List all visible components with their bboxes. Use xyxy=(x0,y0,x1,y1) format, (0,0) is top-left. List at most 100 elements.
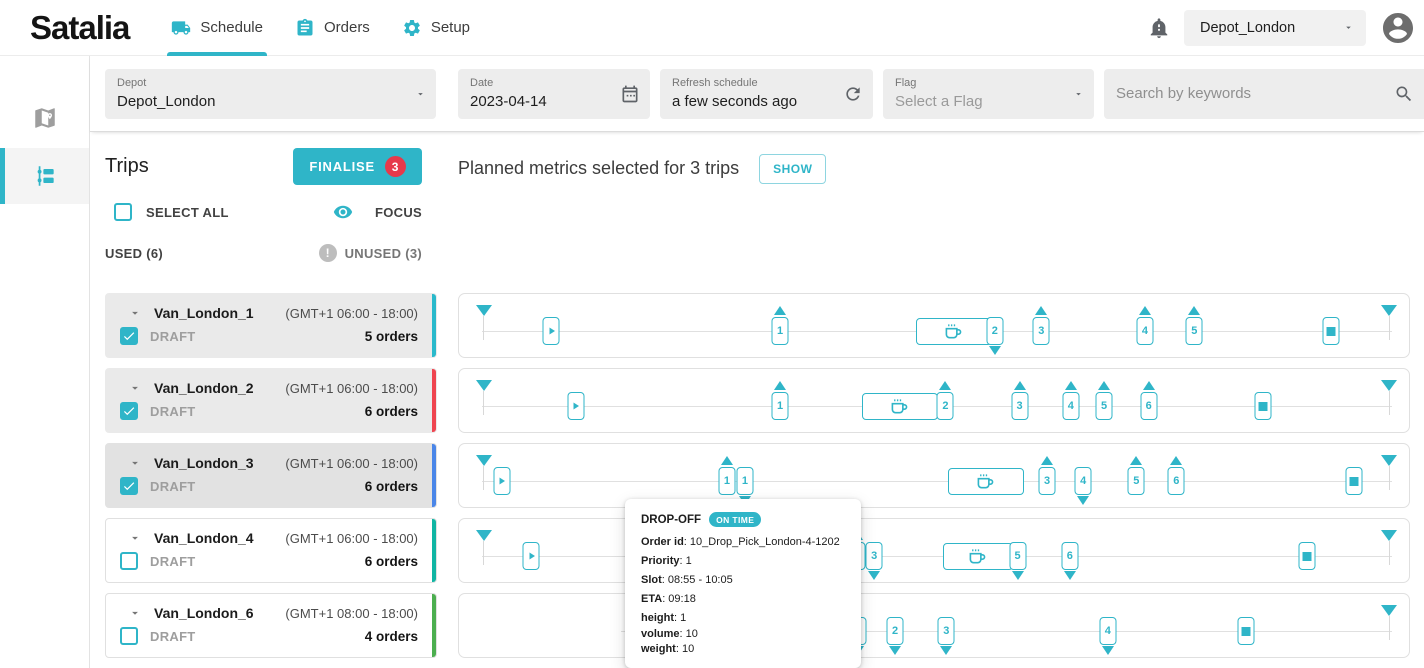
stop-marker[interactable]: 3 xyxy=(1033,317,1050,345)
pickup-arrow-icon xyxy=(1188,306,1200,315)
timeline-axis xyxy=(482,556,1392,557)
collapse-chevron-icon[interactable] xyxy=(128,531,142,545)
calendar-icon[interactable] xyxy=(620,84,640,104)
stop-marker[interactable]: 5 xyxy=(1128,467,1145,495)
break-marker[interactable] xyxy=(862,393,938,420)
van-checkbox[interactable] xyxy=(120,627,138,645)
stop-marker[interactable]: 3 xyxy=(866,542,883,570)
collapse-chevron-icon[interactable] xyxy=(128,456,142,470)
search-icon[interactable] xyxy=(1394,84,1414,104)
chevron-down-icon xyxy=(1343,22,1354,33)
trip-start-stop[interactable] xyxy=(567,392,584,420)
refresh-icon[interactable] xyxy=(843,84,863,104)
break-marker[interactable] xyxy=(943,543,1013,570)
dropoff-arrow-icon xyxy=(940,646,952,655)
trip-end-stop[interactable] xyxy=(1254,392,1271,420)
stop-marker[interactable]: 5 xyxy=(1096,392,1113,420)
date-filter-field[interactable]: Date 2023-04-14 xyxy=(458,69,650,119)
stop-marker[interactable]: 1 xyxy=(736,467,753,495)
finalise-button[interactable]: FINALISE 3 xyxy=(293,148,422,185)
pickup-arrow-icon xyxy=(1035,306,1047,315)
tab-setup[interactable]: Setup xyxy=(386,0,486,56)
collapse-chevron-icon[interactable] xyxy=(128,306,142,320)
van-card-van_london_6[interactable]: Van_London_6(GMT+1 08:00 - 18:00)DRAFT4 … xyxy=(105,593,437,658)
stop-marker[interactable]: 3 xyxy=(1039,467,1056,495)
van-name: Van_London_4 xyxy=(154,530,254,546)
show-metrics-button[interactable]: SHOW xyxy=(759,154,826,184)
sidebar-item-timeline[interactable] xyxy=(0,148,89,204)
notifications-bell-icon[interactable] xyxy=(1148,17,1170,39)
navbar-right: Depot_London xyxy=(1148,10,1416,46)
tab-orders[interactable]: Orders xyxy=(279,0,386,56)
tab-schedule[interactable]: Schedule xyxy=(155,0,279,56)
collapse-chevron-icon[interactable] xyxy=(128,381,142,395)
flag-filter-placeholder: Select a Flag xyxy=(895,93,1060,110)
van-checkbox[interactable] xyxy=(120,327,138,345)
stop-marker[interactable]: 2 xyxy=(887,617,904,645)
depot-filter-field[interactable]: Depot Depot_London xyxy=(105,69,436,119)
trip-start-stop[interactable] xyxy=(543,317,560,345)
stop-marker[interactable]: 1 xyxy=(772,392,789,420)
van-color-stripe xyxy=(432,594,436,657)
stop-marker[interactable]: 2 xyxy=(937,392,954,420)
depot-select-dropdown[interactable]: Depot_London xyxy=(1184,10,1366,46)
pickup-arrow-icon xyxy=(1139,306,1151,315)
truck-icon xyxy=(171,18,191,38)
stop-marker[interactable]: 1 xyxy=(772,317,789,345)
stop-marker[interactable]: 3 xyxy=(938,617,955,645)
van-status-badge: DRAFT xyxy=(150,404,196,419)
select-all-checkbox[interactable] xyxy=(114,203,132,221)
trip-end-stop[interactable] xyxy=(1345,467,1362,495)
flag-filter-field[interactable]: Flag Select a Flag xyxy=(883,69,1094,119)
shift-triangle-icon xyxy=(476,530,492,541)
van-card-van_london_1[interactable]: Van_London_1(GMT+1 06:00 - 18:00)DRAFT5 … xyxy=(105,293,437,358)
stop-marker[interactable]: 1 xyxy=(718,467,735,495)
van-checkbox[interactable] xyxy=(120,552,138,570)
break-marker[interactable] xyxy=(948,468,1024,495)
trip-end-stop[interactable] xyxy=(1299,542,1316,570)
select-all-label: SELECT ALL xyxy=(146,205,229,220)
stop-marker[interactable]: 4 xyxy=(1136,317,1153,345)
refresh-schedule-field: Refresh schedule a few seconds ago xyxy=(660,69,873,119)
stop-marker[interactable]: 4 xyxy=(1099,617,1116,645)
van-card-bottom: DRAFT5 orders xyxy=(120,327,418,345)
van-card-van_london_4[interactable]: Van_London_4(GMT+1 06:00 - 18:00)DRAFT6 … xyxy=(105,518,437,583)
stop-marker[interactable]: 5 xyxy=(1186,317,1203,345)
tab-schedule-label: Schedule xyxy=(200,19,263,36)
dropoff-arrow-icon xyxy=(868,571,880,580)
shift-end-marker xyxy=(1381,530,1397,565)
shift-stem xyxy=(483,391,484,415)
tooltip-field: Slot: 08:55 - 10:05 xyxy=(641,573,847,587)
stop-marker[interactable]: 3 xyxy=(1011,392,1028,420)
shift-triangle-icon xyxy=(476,380,492,391)
collapse-chevron-icon[interactable] xyxy=(128,606,142,620)
trip-start-stop[interactable] xyxy=(493,467,510,495)
trip-end-stop[interactable] xyxy=(1323,317,1340,345)
tab-used[interactable]: USED (6) xyxy=(105,246,163,261)
van-checkbox[interactable] xyxy=(120,477,138,495)
van-checkbox[interactable] xyxy=(120,402,138,420)
stop-marker[interactable]: 6 xyxy=(1140,392,1157,420)
trip-end-stop[interactable] xyxy=(1237,617,1254,645)
user-avatar[interactable] xyxy=(1380,10,1416,46)
stop-marker[interactable]: 6 xyxy=(1168,467,1185,495)
refresh-schedule-label: Refresh schedule xyxy=(672,77,839,89)
search-field[interactable] xyxy=(1104,69,1424,119)
sidebar-item-map[interactable] xyxy=(0,90,89,146)
trip-start-stop[interactable] xyxy=(523,542,540,570)
depot-square-icon xyxy=(1303,552,1312,561)
focus-button[interactable]: FOCUS xyxy=(333,202,422,222)
stop-marker[interactable]: 2 xyxy=(986,317,1003,345)
van-shift-hours: (GMT+1 06:00 - 18:00) xyxy=(285,531,418,546)
tab-unused[interactable]: UNUSED (3) xyxy=(319,244,422,262)
filter-bar: Depot Depot_London Date 2023-04-14 Refre… xyxy=(90,56,1424,132)
shift-start-marker xyxy=(476,305,492,340)
break-marker[interactable] xyxy=(916,318,992,345)
stop-marker[interactable]: 4 xyxy=(1075,467,1092,495)
stop-marker[interactable]: 6 xyxy=(1061,542,1078,570)
van-card-van_london_3[interactable]: Van_London_3(GMT+1 06:00 - 18:00)DRAFT6 … xyxy=(105,443,437,508)
stop-marker[interactable]: 5 xyxy=(1009,542,1026,570)
stop-marker[interactable]: 4 xyxy=(1062,392,1079,420)
van-card-van_london_2[interactable]: Van_London_2(GMT+1 06:00 - 18:00)DRAFT6 … xyxy=(105,368,437,433)
search-input[interactable] xyxy=(1116,85,1390,102)
